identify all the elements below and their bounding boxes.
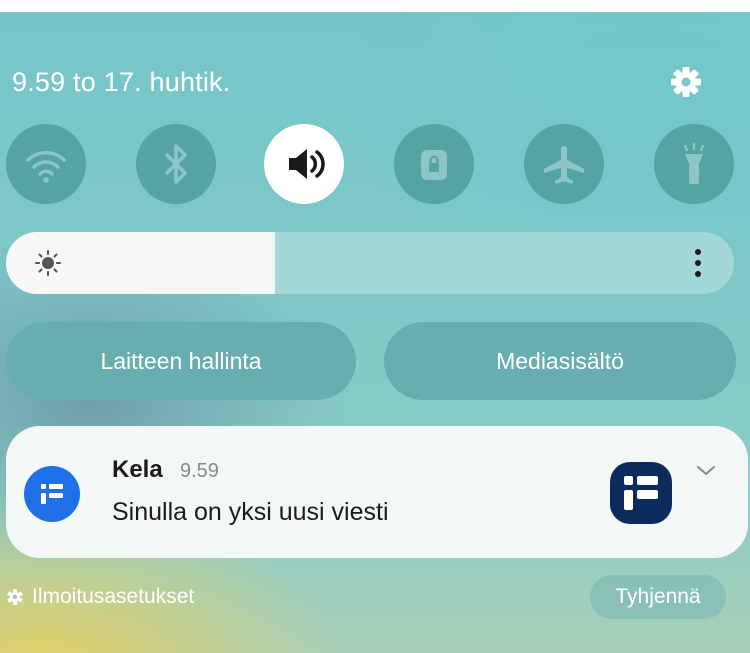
brightness-slider[interactable] bbox=[6, 232, 734, 294]
more-vertical-icon[interactable] bbox=[692, 246, 704, 280]
flashlight-toggle[interactable] bbox=[654, 124, 734, 204]
media-output-button[interactable]: Mediasisältö bbox=[384, 322, 736, 400]
sound-toggle[interactable] bbox=[264, 124, 344, 204]
airplane-icon bbox=[544, 146, 584, 184]
clear-all-button[interactable]: Tyhjennä bbox=[590, 575, 726, 619]
notification-panel: 9.59 to 17. huhtik. Laitteen hallinta Me… bbox=[0, 12, 750, 653]
date-time: 9.59 to 17. huhtik. bbox=[12, 67, 231, 97]
device-control-label: Laitteen hallinta bbox=[100, 347, 262, 374]
settings-button[interactable] bbox=[668, 64, 704, 100]
notification-message: Sinulla on yksi uusi viesti bbox=[112, 498, 389, 526]
sun-icon bbox=[35, 250, 61, 276]
kela-large-icon bbox=[610, 462, 672, 524]
gear-icon bbox=[671, 67, 701, 97]
airplane-mode-toggle[interactable] bbox=[524, 124, 604, 204]
kela-notification[interactable]: Kela 9.59 Sinulla on yksi uusi viesti bbox=[6, 426, 748, 558]
gear-icon bbox=[7, 589, 23, 605]
wifi-toggle[interactable] bbox=[6, 124, 86, 204]
bluetooth-toggle[interactable] bbox=[136, 124, 216, 204]
speaker-icon bbox=[289, 149, 325, 179]
notification-settings-button[interactable]: Ilmoitusasetukset bbox=[6, 580, 194, 614]
kela-app-icon bbox=[24, 466, 80, 522]
clear-all-label: Tyhjennä bbox=[615, 585, 701, 608]
device-control-button[interactable]: Laitteen hallinta bbox=[6, 322, 356, 400]
secure-folder-toggle[interactable] bbox=[394, 124, 474, 204]
notification-app-name: Kela bbox=[112, 456, 163, 483]
bluetooth-icon bbox=[165, 144, 187, 184]
lock-folder-icon bbox=[421, 150, 447, 180]
media-output-label: Mediasisältö bbox=[496, 347, 624, 374]
flashlight-icon bbox=[683, 142, 705, 184]
wifi-icon bbox=[26, 151, 66, 183]
notification-settings-label: Ilmoitusasetukset bbox=[32, 585, 195, 608]
notification-time: 9.59 bbox=[180, 460, 219, 482]
chevron-down-icon[interactable] bbox=[694, 464, 718, 478]
